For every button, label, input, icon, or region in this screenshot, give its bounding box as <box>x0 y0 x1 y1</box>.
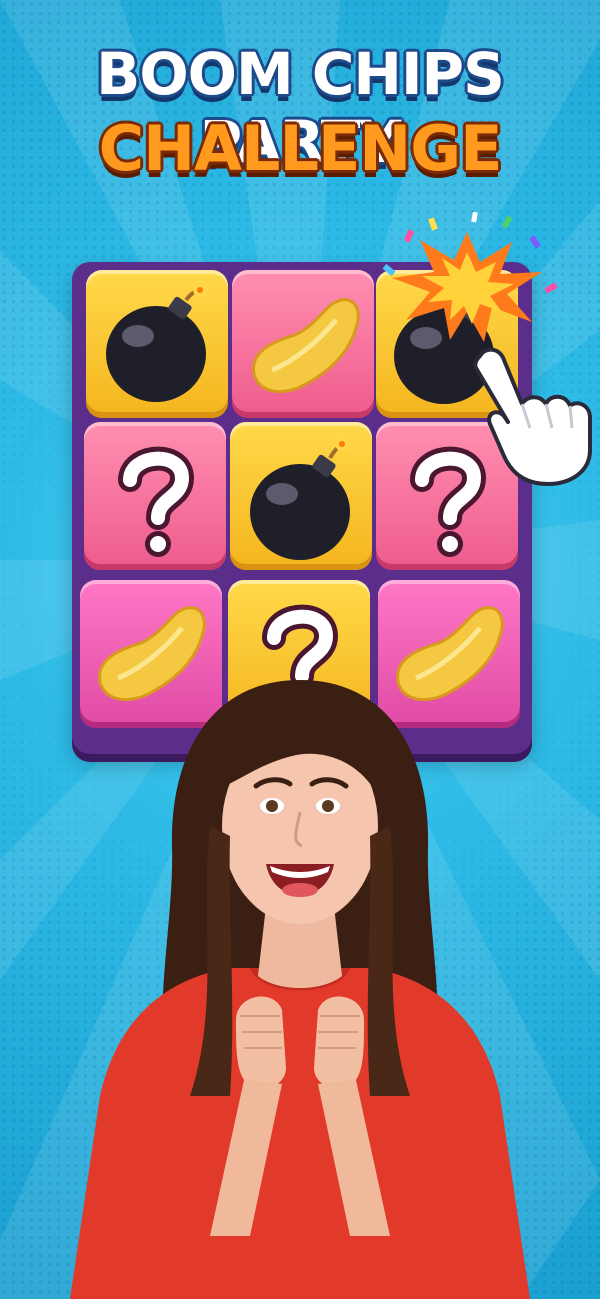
tile-r2c2-bomb[interactable] <box>230 422 372 570</box>
excited-woman-illustration <box>60 676 540 1299</box>
chip-icon <box>252 298 360 393</box>
title-line-2: CHALLENGE <box>98 112 503 185</box>
bomb-icon <box>106 283 207 402</box>
tile-r1c1-bomb[interactable] <box>86 270 228 418</box>
pointing-hand-icon <box>473 347 592 486</box>
woman-figure <box>70 680 530 1299</box>
question-mark-icon <box>118 446 195 557</box>
bomb-icon <box>250 437 350 560</box>
tile-r1c2-chip[interactable] <box>232 270 374 418</box>
tile-r2c1-question[interactable] <box>84 422 226 570</box>
